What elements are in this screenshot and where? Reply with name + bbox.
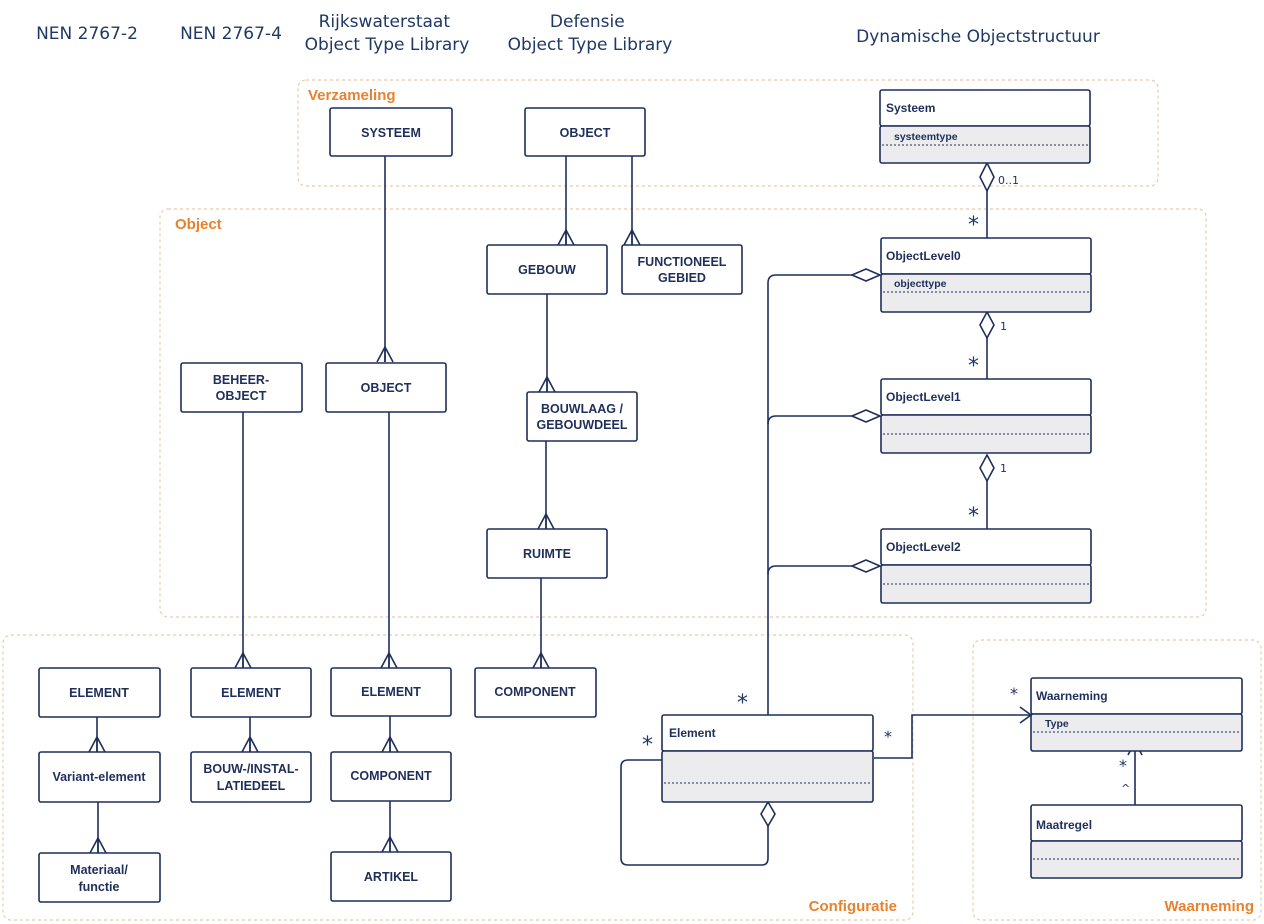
svg-text:Variant-element: Variant-element [52, 770, 146, 784]
svg-text:RUIMTE: RUIMTE [523, 547, 571, 561]
svg-text:OBJECT: OBJECT [560, 126, 611, 140]
entity-rws-systeem: SYSTEEM [329, 107, 453, 157]
diagram-canvas: NEN 2767-2 NEN 2767-4 Rijkswaterstaat Ob… [2, 12, 1262, 921]
svg-text:ObjectLevel2: ObjectLevel2 [886, 540, 961, 554]
entity-nen4-element: ELEMENT [190, 667, 312, 718]
header-rijkswaterstaat: Rijkswaterstaat Object Type Library [305, 12, 470, 55]
svg-text:functie: functie [79, 880, 120, 894]
header-nen2767-4: NEN 2767-4 [180, 24, 282, 44]
svg-text:Waarneming: Waarneming [1036, 689, 1108, 703]
svg-text:OBJECT: OBJECT [216, 389, 267, 403]
group-label-waarneming: Waarneming [1165, 898, 1254, 915]
header-dynamische-objectstructuur: Dynamische Objectstructuur [856, 27, 1100, 47]
svg-text:COMPONENT: COMPONENT [350, 769, 432, 783]
class-maatregel: Maatregel [1030, 804, 1243, 879]
entity-rws-component: COMPONENT [330, 751, 452, 802]
entity-nen4-bouw-installatiedeel: BOUW-/INSTAL- LATIEDEEL [190, 751, 312, 803]
svg-text:BEHEER-: BEHEER- [213, 373, 269, 387]
mult-star-element-left: * [642, 733, 653, 758]
svg-text:ObjectLevel1: ObjectLevel1 [886, 390, 961, 404]
svg-text:Materiaal/: Materiaal/ [70, 863, 128, 877]
class-systeem: Systeem systeemtype [879, 89, 1091, 164]
svg-text:systeemtype: systeemtype [894, 131, 958, 143]
header-nen2767-2: NEN 2767-2 [36, 24, 138, 44]
diamond-systeem [979, 161, 995, 193]
mult-level1-level2: 1 [1000, 462, 1007, 475]
header-defensie: Defensie Object Type Library [508, 12, 673, 55]
diamond-level1-side [849, 409, 883, 423]
mult-star-level1: * [968, 354, 979, 379]
mult-star-waarneming: * [1010, 684, 1018, 703]
entity-nen2-variant-element: Variant-element [38, 751, 161, 803]
diamond-element-self [760, 800, 776, 828]
svg-text:LATIEDEEL: LATIEDEEL [217, 779, 286, 793]
svg-text:BOUWLAAG /: BOUWLAAG / [541, 402, 623, 416]
entity-def-component: COMPONENT [474, 667, 597, 718]
svg-text:GEBIED: GEBIED [658, 271, 706, 285]
diamond-level0 [979, 310, 995, 340]
mult-star-maatregel: * [1119, 756, 1127, 775]
svg-text:BOUW-/INSTAL-: BOUW-/INSTAL- [203, 762, 298, 776]
entity-nen4-beheerobject: BEHEER- OBJECT [180, 362, 303, 413]
mult-star-level2: * [968, 504, 979, 529]
entity-def-functioneel-gebied: FUNCTIONEEL GEBIED [621, 244, 743, 295]
entity-rws-object: OBJECT [325, 362, 447, 413]
entity-def-ruimte: RUIMTE [486, 528, 608, 579]
mult-systeem-level0: 0..1 [998, 174, 1019, 187]
entity-rws-element: ELEMENT [330, 667, 452, 717]
svg-text:COMPONENT: COMPONENT [494, 685, 576, 699]
class-element: Element [661, 714, 874, 803]
group-label-configuratie: Configuratie [809, 898, 897, 915]
svg-text:OBJECT: OBJECT [361, 381, 412, 395]
mult-level0-level1: 1 [1000, 320, 1007, 333]
entity-def-object: OBJECT [524, 107, 646, 157]
svg-text:FUNCTIONEEL: FUNCTIONEEL [638, 255, 727, 269]
class-objectlevel1: ObjectLevel1 [880, 378, 1092, 454]
svg-text:ELEMENT: ELEMENT [221, 686, 281, 700]
svg-text:ObjectLevel0: ObjectLevel0 [886, 249, 961, 263]
svg-text:Type: Type [1045, 718, 1069, 730]
svg-text:Maatregel: Maatregel [1036, 818, 1092, 832]
diamond-level1 [979, 453, 995, 483]
mult-star-level0: * [968, 213, 979, 238]
svg-text:Systeem: Systeem [886, 101, 935, 115]
svg-text:SYSTEEM: SYSTEEM [361, 126, 421, 140]
class-waarneming: Waarneming Type [1030, 677, 1243, 752]
diamond-level0-side [849, 268, 883, 282]
entity-rws-artikel: ARTIKEL [330, 851, 452, 902]
svg-text:GEBOUW: GEBOUW [518, 263, 576, 277]
svg-text:Element: Element [669, 726, 716, 740]
diamond-level2-side [849, 559, 883, 573]
svg-text:ARTIKEL: ARTIKEL [364, 870, 419, 884]
group-label-object: Object [175, 216, 222, 233]
svg-text:ELEMENT: ELEMENT [361, 685, 421, 699]
entity-def-bouwlaag: BOUWLAAG / GEBOUWDEEL [526, 391, 638, 442]
group-label-verzameling: Verzameling [308, 87, 396, 104]
mult-star-element-top: * [737, 691, 748, 716]
entity-nen2-element: ELEMENT [38, 667, 161, 718]
svg-text:GEBOUWDEEL: GEBOUWDEEL [537, 418, 628, 432]
svg-text:objecttype: objecttype [894, 278, 947, 290]
entity-def-gebouw: GEBOUW [486, 244, 608, 295]
svg-text:ELEMENT: ELEMENT [69, 686, 129, 700]
class-objectlevel0: ObjectLevel0 objecttype [880, 237, 1092, 313]
mult-caret-maatregel: ^ [1121, 782, 1130, 795]
class-objectlevel2: ObjectLevel2 [880, 528, 1092, 604]
mult-star-element-right: * [884, 727, 892, 746]
entity-nen2-materiaal-functie: Materiaal/ functie [38, 852, 161, 903]
